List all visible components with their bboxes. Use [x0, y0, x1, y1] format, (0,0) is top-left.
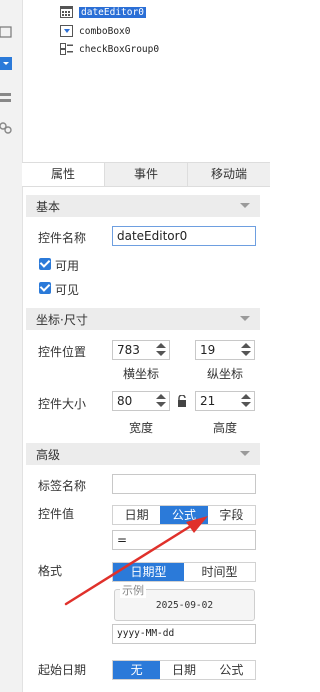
annotation-arrow — [64, 516, 208, 606]
